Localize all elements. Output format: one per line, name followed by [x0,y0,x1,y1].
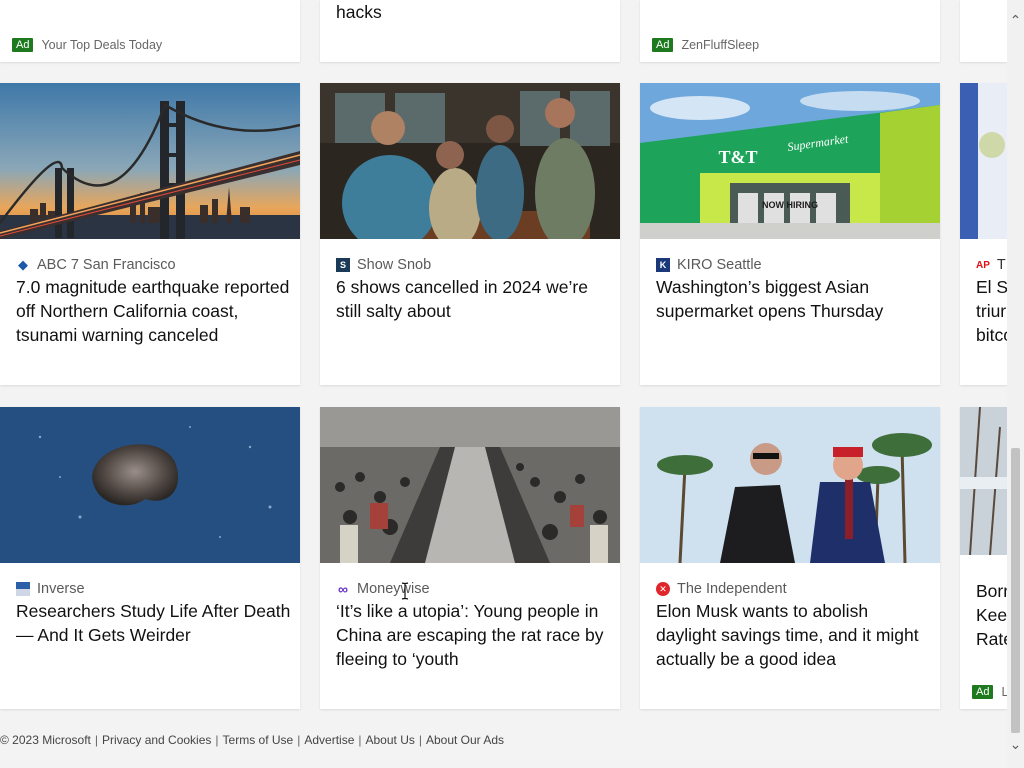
moneywise-logo-icon: ∞ [338,581,348,597]
bay-bridge-image [0,83,300,239]
about-our-ads-link[interactable]: About Our Ads [426,733,504,747]
source-name: Show Snob [357,257,432,273]
ad-card-top-deals[interactable]: Ad Your Top Deals Today [0,0,300,62]
article-title: Borr Kee Rate [976,581,1007,649]
footer-links: © 2023 Microsoft | Privacy and Cookies |… [0,733,505,747]
article-title: ‘It’s like a utopia’: Young people in Ch… [336,601,604,669]
showsnob-logo-icon: S [336,258,350,272]
source-name: T [996,257,1006,273]
ad-card-partial[interactable]: Borr Kee Rate Ad L [960,407,1007,709]
chevron-up-icon[interactable]: ⌃ [1007,12,1024,29]
advertise-link[interactable]: Advertise [304,733,354,747]
news-card-shows-cancelled[interactable]: S Show Snob 6 shows cancelled in 2024 we… [320,83,620,385]
news-card-top-middle[interactable]: hacks [320,0,620,62]
copyright-text: © 2023 Microsoft [0,733,91,747]
news-card-top-partial[interactable] [960,0,1007,62]
supermarket-storefront-image: NOW HIRING T&T Supermarket [640,83,940,239]
tv-show-scene-image [320,83,620,239]
crowded-walkway-image [320,407,620,563]
article-title: 6 shows cancelled in 2024 we’re still sa… [336,277,588,321]
flag-image [960,83,1007,239]
article-title: Washington’s biggest Asian supermarket o… [656,277,884,321]
svg-text:T&T: T&T [718,147,757,167]
terms-link[interactable]: Terms of Use [223,733,294,747]
news-card-life-after-death[interactable]: Inverse Researchers Study Life After Dea… [0,407,300,709]
source-name: Moneywise [357,581,430,597]
article-title: El Sa triur bitco [976,277,1007,345]
advertiser-name: Your Top Deals Today [41,38,163,52]
snowy-tree-image [960,407,1007,555]
source-name: ABC 7 San Francisco [37,257,176,273]
ad-badge: Ad [972,685,994,699]
news-card-supermarket[interactable]: NOW HIRING T&T Supermarket K KIRO Seattl… [640,83,940,385]
svg-text:NOW HIRING: NOW HIRING [762,200,818,210]
ap-logo-icon: AP [976,259,990,271]
news-card-partial-ap[interactable]: AP T El Sa triur bitco [960,83,1007,385]
privacy-link[interactable]: Privacy and Cookies [102,733,211,747]
ad-card-zenfluffsleep[interactable]: Ad ZenFluffSleep [640,0,940,62]
vertical-scrollbar[interactable]: ⌃ ⌄ [1007,0,1024,768]
independent-logo-icon: ✕ [656,582,670,596]
news-card-earthquake[interactable]: ◆ ABC 7 San Francisco 7.0 magnitude eart… [0,83,300,385]
article-title: 7.0 magnitude earthquake reported off No… [16,277,290,345]
source-name: Inverse [37,581,85,597]
source-name: KIRO Seattle [677,257,762,273]
news-card-musk-dst[interactable]: ✕ The Independent Elon Musk wants to abo… [640,407,940,709]
chevron-down-icon[interactable]: ⌄ [1007,736,1024,753]
text-cursor-icon [401,582,409,600]
article-title: Researchers Study Life After Death — And… [16,601,291,645]
inverse-logo-icon [16,582,30,596]
kiro-logo-icon: K [656,258,670,272]
abc7-logo-icon: ◆ [18,257,28,272]
advertiser-name: ZenFluffSleep [681,38,760,52]
scrollbar-thumb[interactable] [1011,448,1020,733]
about-us-link[interactable]: About Us [366,733,415,747]
news-card-china-youth[interactable]: ∞ Moneywise ‘It’s like a utopia’: Young … [320,407,620,709]
microscope-organism-image [0,407,300,563]
article-title: hacks [336,2,382,22]
musk-trump-photo-image [640,407,940,563]
ad-badge: Ad [12,38,34,52]
article-title: Elon Musk wants to abolish daylight savi… [656,601,919,669]
source-name: The Independent [677,581,787,597]
ad-badge: Ad [652,38,674,52]
